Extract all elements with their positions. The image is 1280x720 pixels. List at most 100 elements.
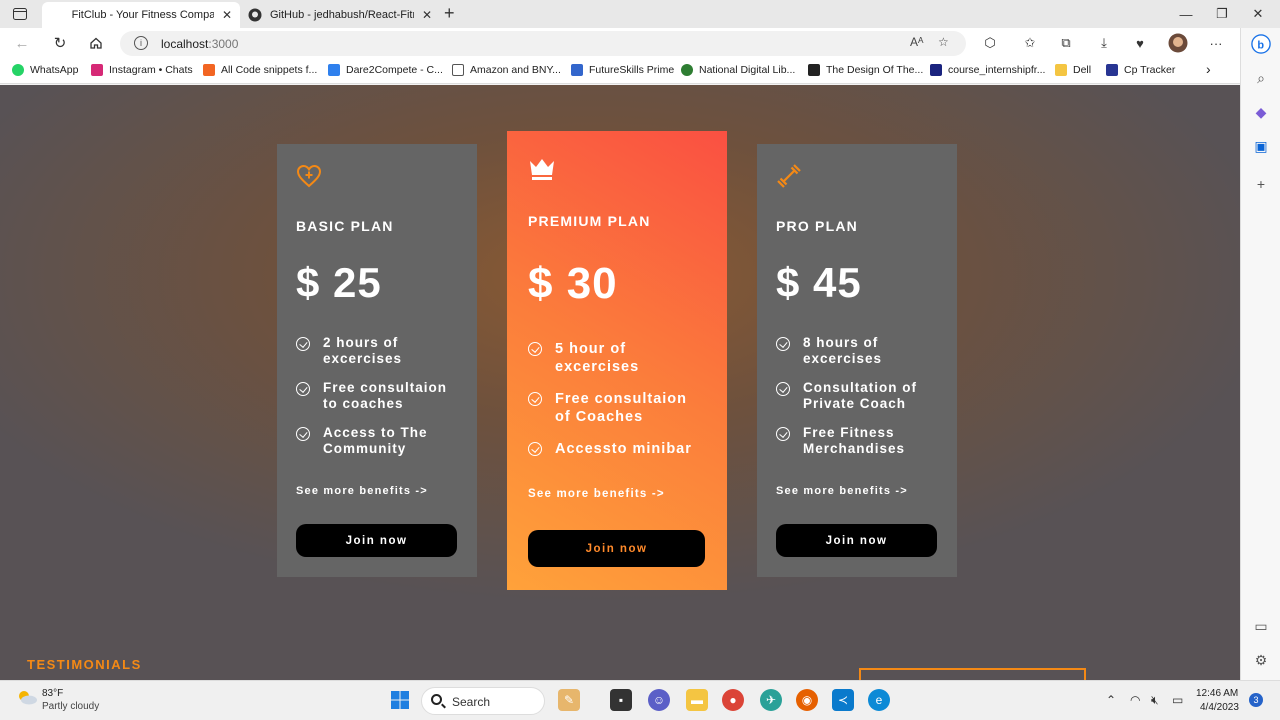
shopping-icon[interactable]: ◆ <box>1251 102 1271 122</box>
check-circle-icon <box>528 442 542 456</box>
bookmark-item[interactable]: course_internshipfr... <box>930 64 1045 76</box>
bookmark-item[interactable]: WhatsApp <box>12 64 78 76</box>
bing-icon[interactable]: b <box>1251 34 1271 54</box>
check-circle-icon <box>296 382 310 396</box>
join-now-button[interactable]: Join now <box>776 524 937 557</box>
home-icon[interactable] <box>86 34 106 52</box>
bookmark-item[interactable]: Dare2Compete - C... <box>328 64 443 76</box>
search-icon <box>431 694 442 705</box>
profile-avatar[interactable] <box>1168 33 1188 53</box>
url-text: localhost:3000 <box>161 37 239 51</box>
see-more-benefits-link[interactable]: See more benefits -> <box>776 485 908 497</box>
bookmark-item[interactable]: All Code snippets f... <box>203 64 317 76</box>
settings-gear-icon[interactable]: ⚙ <box>1251 650 1271 670</box>
minimize-button[interactable]: — <box>1174 4 1198 24</box>
chat-icon[interactable]: ☺ <box>648 689 670 711</box>
extensions-icon[interactable]: ⬡ <box>980 34 1000 52</box>
bookmark-item[interactable]: Instagram • Chats <box>91 64 193 76</box>
cp-tracker-icon <box>1106 64 1118 76</box>
page-viewport: BASIC PLAN $ 25 2 hours of excercises Fr… <box>0 85 1240 680</box>
info-icon[interactable]: i <box>134 36 148 50</box>
plan-price: $ 25 <box>296 259 382 306</box>
chevron-up-icon[interactable]: ⌃ <box>1106 693 1116 707</box>
address-bar-row: ← ↻ i localhost:3000 Aᴬ ☆ ⬡ ✩ ⧉ ⤓ ♥ ··· <box>0 28 1280 58</box>
windows-start-icon[interactable] <box>389 689 411 711</box>
tab-fitclub[interactable]: FitClub - Your Fitness Companion ✕ <box>42 2 240 28</box>
volume-muted-icon[interactable]: 🔇︎ <box>1151 693 1159 708</box>
favorite-star-icon[interactable]: ☆ <box>938 35 949 49</box>
tab-github[interactable]: GitHub - jedhabush/React-Fitness ✕ <box>240 2 440 28</box>
url-field[interactable]: i localhost:3000 Aᴬ ☆ <box>120 31 966 56</box>
back-icon[interactable]: ← <box>12 34 32 52</box>
taskbar-search[interactable]: Search <box>421 687 545 715</box>
see-more-benefits-link[interactable]: See more benefits -> <box>296 485 428 497</box>
bookmark-item[interactable]: Dell <box>1055 64 1091 76</box>
check-circle-icon <box>528 392 542 406</box>
plan-feature: Access to The Community <box>296 425 463 457</box>
plan-feature: Free Fitness Merchandises <box>776 425 943 457</box>
check-circle-icon <box>528 342 542 356</box>
vscode-icon[interactable]: ≺ <box>832 689 854 711</box>
clock-time[interactable]: 12:46 AM <box>1196 688 1238 699</box>
dare2compete-icon <box>328 64 340 76</box>
github-icon <box>248 8 262 22</box>
bookmark-item[interactable]: National Digital Lib... <box>681 64 795 76</box>
close-window-button[interactable]: ✕ <box>1246 4 1270 24</box>
check-circle-icon <box>296 427 310 441</box>
plan-price: $ 30 <box>528 259 618 308</box>
plan-feature: Free consultaion to coaches <box>296 380 463 412</box>
folder-icon <box>1055 64 1067 76</box>
plan-card-pro: PRO PLAN $ 45 8 hours of excercises Cons… <box>757 144 957 577</box>
heart-icon <box>296 164 322 188</box>
join-now-button[interactable]: Join now <box>528 530 705 567</box>
taskbar: 83°F Partly cloudy Search ✎ ▪ ☺ ▬ ● ✈ ◉ … <box>0 680 1280 720</box>
tab-actions-icon[interactable] <box>8 4 32 24</box>
check-circle-icon <box>776 382 790 396</box>
crown-icon <box>530 159 554 180</box>
health-icon[interactable]: ♥ <box>1130 34 1150 52</box>
wifi-icon[interactable]: ◠ <box>1130 693 1140 707</box>
clock-date[interactable]: 4/4/2023 <box>1200 702 1239 713</box>
restore-button[interactable]: ❐ <box>1210 4 1234 24</box>
sidebar-toggle-icon[interactable]: ▭ <box>1251 616 1271 636</box>
favorites-icon[interactable]: ✩ <box>1020 34 1040 52</box>
book-icon <box>808 64 820 76</box>
app-icon[interactable]: ✈ <box>760 689 782 711</box>
search-icon[interactable]: ⌕ <box>1251 68 1271 88</box>
see-more-benefits-link[interactable]: See more benefits -> <box>528 488 665 500</box>
pencil-app-icon[interactable]: ✎ <box>558 689 580 711</box>
tab-favicon <box>50 8 64 22</box>
tab-title: FitClub - Your Fitness Companion <box>71 9 214 21</box>
close-icon[interactable]: ✕ <box>222 8 232 22</box>
close-icon[interactable]: ✕ <box>422 8 432 22</box>
more-menu-icon[interactable]: ··· <box>1206 34 1226 52</box>
outlook-icon[interactable]: ▣ <box>1251 136 1271 156</box>
bookmark-item[interactable]: Cp Tracker <box>1106 64 1175 76</box>
plan-name: PRO PLAN <box>776 218 858 234</box>
plan-name: PREMIUM PLAN <box>528 213 651 229</box>
page-icon <box>452 64 464 76</box>
collections-icon[interactable]: ⧉ <box>1056 34 1076 52</box>
refresh-icon[interactable]: ↻ <box>50 34 70 52</box>
futureskills-icon <box>571 64 583 76</box>
new-tab-button[interactable]: + <box>444 4 455 22</box>
edge-icon[interactable]: e <box>868 689 890 711</box>
firefox-icon[interactable]: ◉ <box>796 689 818 711</box>
chrome-icon[interactable]: ● <box>722 689 744 711</box>
add-icon[interactable]: + <box>1251 174 1271 194</box>
bookmark-item[interactable]: Amazon and BNY... <box>452 64 561 76</box>
bookmark-item[interactable]: The Design Of The... <box>808 64 923 76</box>
battery-icon[interactable]: ▭ <box>1172 693 1183 707</box>
notification-badge[interactable]: 3 <box>1249 693 1263 707</box>
chevron-right-icon[interactable]: › <box>1206 61 1211 77</box>
svg-text:b: b <box>1257 40 1264 52</box>
read-aloud-icon[interactable]: Aᴬ <box>910 35 923 49</box>
bookmark-item[interactable]: FutureSkills Prime <box>571 64 674 76</box>
downloads-icon[interactable]: ⤓ <box>1094 34 1114 52</box>
testimonial-image-frame <box>859 668 1086 680</box>
join-now-button[interactable]: Join now <box>296 524 457 557</box>
task-view-icon[interactable]: ▪ <box>610 689 632 711</box>
course-icon <box>930 64 942 76</box>
file-explorer-icon[interactable]: ▬ <box>686 689 708 711</box>
check-circle-icon <box>776 337 790 351</box>
